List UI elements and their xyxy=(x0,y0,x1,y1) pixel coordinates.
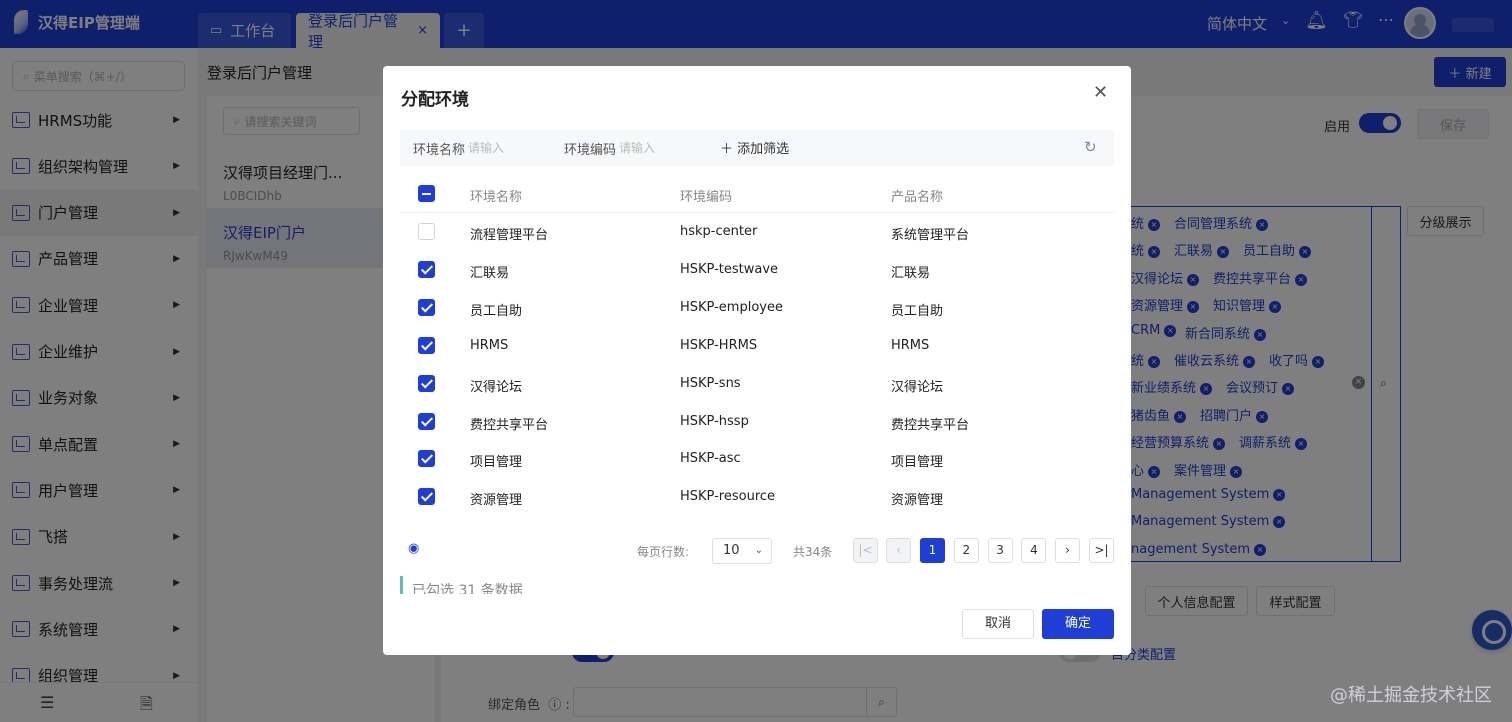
cell-env-name: 汉得论坛 xyxy=(470,379,523,395)
filter-env-name-input[interactable]: 请输入 xyxy=(468,139,504,156)
rows-per-page-select[interactable]: 10 ⌄ xyxy=(712,538,772,564)
watermark: @稀土掘金技术社区 xyxy=(1330,685,1492,706)
table-row[interactable]: 汉得论坛 HSKP-sns 汉得论坛 xyxy=(400,365,1114,403)
column-header-env-name[interactable]: 环境名称 xyxy=(470,186,522,205)
cell-product-name: 汇联易 xyxy=(891,265,931,281)
table-row[interactable]: 项目管理 HSKP-asc 项目管理 xyxy=(400,440,1114,478)
cell-env-name: 项目管理 xyxy=(470,455,523,471)
page-button[interactable]: 2 xyxy=(953,538,979,563)
next-page-button[interactable]: › xyxy=(1055,538,1080,563)
assign-environment-modal: 分配环境 ✕ 环境名称 请输入 环境编码 请输入 ＋ 添加筛选 ↻ 环境名称 环… xyxy=(383,66,1131,655)
select-all-checkbox[interactable] xyxy=(418,185,435,202)
cell-env-code: HSKP-asc xyxy=(680,451,741,467)
row-checkbox[interactable] xyxy=(418,260,435,278)
add-filter-label: 添加筛选 xyxy=(737,142,790,157)
modal-title: 分配环境 xyxy=(401,90,469,110)
confirm-button[interactable]: 确定 xyxy=(1042,609,1114,639)
cell-product-name: 费控共享平台 xyxy=(891,417,970,433)
cell-product-name: 项目管理 xyxy=(891,455,944,471)
add-filter-button[interactable]: ＋ 添加筛选 xyxy=(720,138,789,157)
page-button[interactable]: 4 xyxy=(1021,538,1047,563)
cell-product-name: 资源管理 xyxy=(891,493,944,509)
cell-env-name: 费控共享平台 xyxy=(470,417,549,433)
cell-env-code: hskp-center xyxy=(680,224,758,239)
table-row[interactable]: 费控共享平台 HSKP-hssp 费控共享平台 xyxy=(400,403,1114,441)
cell-env-code: HSKP-HRMS xyxy=(680,337,758,353)
chevron-down-icon: ⌄ xyxy=(754,545,763,556)
selected-summary: 已勾选 31 条数据 xyxy=(400,576,523,594)
cell-product-name: 员工自助 xyxy=(891,303,944,319)
row-checkbox[interactable] xyxy=(418,450,435,468)
close-icon[interactable]: ✕ xyxy=(1093,82,1108,103)
page-button[interactable]: 3 xyxy=(987,538,1013,563)
row-checkbox[interactable] xyxy=(418,412,435,430)
table-header: 环境名称 环境编码 产品名称 xyxy=(400,175,1114,213)
table-row[interactable]: 资源管理 HSKP-resource 资源管理 xyxy=(400,478,1114,516)
cell-env-code: HSKP-sns xyxy=(680,375,741,391)
total-count: 共34条 xyxy=(793,545,833,559)
row-checkbox[interactable] xyxy=(418,223,435,240)
row-checkbox[interactable] xyxy=(418,336,435,354)
refresh-icon[interactable]: ↻ xyxy=(1084,138,1097,156)
filter-env-code-label: 环境编码 xyxy=(564,143,617,158)
table-row[interactable]: 汇联易 HSKP-testwave 汇联易 xyxy=(400,251,1114,289)
eye-icon[interactable]: ◉ xyxy=(408,541,419,556)
table-row[interactable]: 员工自助 HSKP-employee 员工自助 xyxy=(400,289,1114,327)
row-checkbox[interactable] xyxy=(418,298,435,316)
plus-icon: ＋ xyxy=(720,142,738,157)
filter-env-name-label: 环境名称 xyxy=(413,143,466,158)
cell-env-name: 流程管理平台 xyxy=(470,228,549,243)
row-checkbox[interactable] xyxy=(418,374,435,392)
cancel-button[interactable]: 取消 xyxy=(962,609,1034,639)
cell-env-code: HSKP-employee xyxy=(680,299,783,315)
page-button[interactable]: 1 xyxy=(920,538,945,563)
cell-env-name: HRMS xyxy=(470,337,509,353)
column-header-product-name[interactable]: 产品名称 xyxy=(891,186,943,205)
cell-env-code: HSKP-resource xyxy=(680,489,776,505)
cell-product-name: 系统管理平台 xyxy=(891,228,970,243)
prev-page-button[interactable]: ‹ xyxy=(886,538,911,563)
cell-env-code: HSKP-testwave xyxy=(680,261,779,277)
cell-product-name: 汉得论坛 xyxy=(891,379,944,395)
cell-env-name: 员工自助 xyxy=(470,303,523,319)
filter-bar: 环境名称 请输入 环境编码 请输入 ＋ 添加筛选 ↻ xyxy=(400,130,1114,166)
rows-per-page-label: 每页行数: xyxy=(637,545,690,559)
row-checkbox[interactable] xyxy=(418,488,435,506)
first-page-button[interactable]: |< xyxy=(853,538,878,563)
cell-product-name: HRMS xyxy=(891,337,930,353)
rows-per-page-value: 10 xyxy=(723,543,740,558)
cell-env-code: HSKP-hssp xyxy=(680,413,749,429)
cell-env-name: 资源管理 xyxy=(470,493,523,509)
last-page-button[interactable]: >| xyxy=(1089,538,1114,563)
column-header-env-code[interactable]: 环境编码 xyxy=(680,186,732,205)
table-row[interactable]: HRMS HSKP-HRMS HRMS xyxy=(400,327,1114,365)
cell-env-name: 汇联易 xyxy=(470,265,510,281)
table-row[interactable]: 流程管理平台 hskp-center 系统管理平台 xyxy=(400,213,1114,251)
filter-env-code-input[interactable]: 请输入 xyxy=(619,139,655,156)
